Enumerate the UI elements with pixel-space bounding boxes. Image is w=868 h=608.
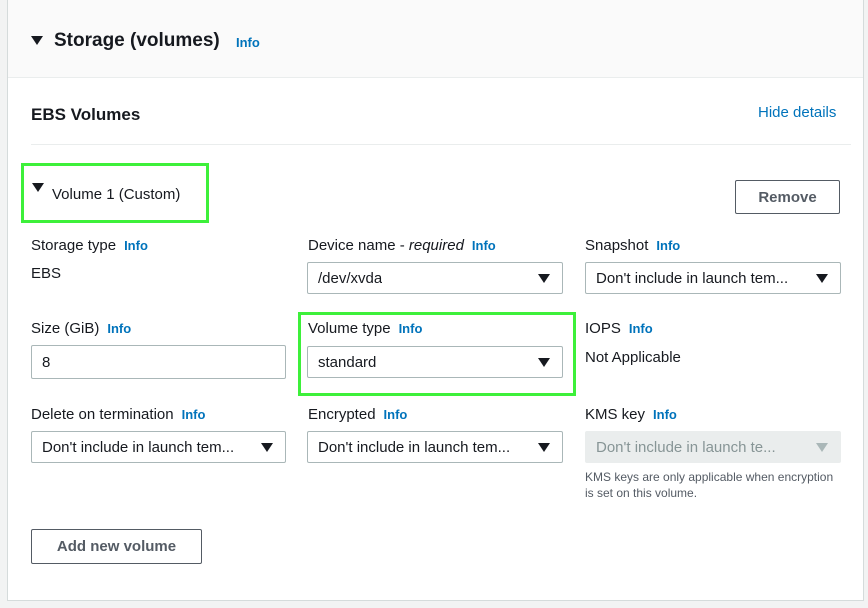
iops-value: Not Applicable [585, 349, 681, 366]
device-name-select[interactable]: /dev/xvda [307, 262, 563, 294]
section-title: Storage (volumes) [54, 30, 220, 51]
panel-header[interactable]: Storage (volumes) Info [8, 0, 863, 78]
chevron-down-icon [816, 274, 828, 283]
encrypted-select[interactable]: Don't include in launch tem... [307, 431, 563, 463]
caret-down-icon[interactable] [31, 36, 43, 45]
chevron-down-icon [261, 443, 273, 452]
info-link[interactable]: Info [124, 238, 148, 253]
storage-volumes-panel: Storage (volumes) Info EBS Volumes Hide … [7, 0, 864, 601]
divider [31, 144, 851, 145]
size-label: Size (GiB) Info [31, 320, 132, 337]
caret-down-icon[interactable] [32, 183, 44, 192]
info-link[interactable]: Info [236, 35, 260, 50]
info-link[interactable]: Info [653, 407, 677, 422]
device-name-label: Device name - required Info [308, 237, 496, 254]
snapshot-select[interactable]: Don't include in launch tem... [585, 262, 841, 294]
ebs-volumes-title: EBS Volumes [31, 105, 141, 124]
add-new-volume-button[interactable]: Add new volume [31, 529, 202, 564]
kms-key-hint: KMS keys are only applicable when encryp… [585, 470, 834, 500]
kms-key-select: Don't include in launch te... [585, 431, 841, 463]
chevron-down-icon [538, 358, 550, 367]
info-link[interactable]: Info [629, 321, 653, 336]
storage-type-label: Storage type Info [31, 237, 148, 254]
hide-details-link[interactable]: Hide details [758, 104, 836, 121]
volume-title[interactable]: Volume 1 (Custom) [52, 186, 180, 203]
encrypted-label: Encrypted Info [308, 406, 408, 423]
info-link[interactable]: Info [472, 238, 496, 253]
delete-on-termination-label: Delete on termination Info [31, 406, 206, 423]
info-link[interactable]: Info [656, 238, 680, 253]
snapshot-label: Snapshot Info [585, 237, 681, 254]
chevron-down-icon [538, 443, 550, 452]
info-link[interactable]: Info [182, 407, 206, 422]
info-link[interactable]: Info [107, 321, 131, 336]
chevron-down-icon [816, 443, 828, 452]
size-input[interactable] [31, 345, 286, 379]
info-link[interactable]: Info [399, 321, 423, 336]
kms-key-label: KMS key Info [585, 406, 677, 423]
storage-type-value: EBS [31, 265, 62, 282]
volume-type-select[interactable]: standard [307, 346, 563, 378]
delete-on-termination-select[interactable]: Don't include in launch tem... [31, 431, 286, 463]
remove-button[interactable]: Remove [735, 180, 840, 214]
iops-label: IOPS Info [585, 320, 653, 337]
info-link[interactable]: Info [384, 407, 408, 422]
volume-type-label: Volume type Info [308, 320, 423, 337]
chevron-down-icon [538, 274, 550, 283]
